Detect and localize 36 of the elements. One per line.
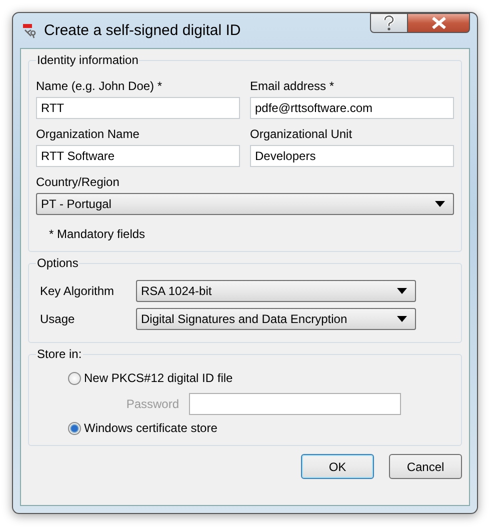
radio-option[interactable]: Windows certificate store	[68, 421, 454, 435]
field-label: Email address *	[250, 79, 336, 93]
help-button[interactable]	[370, 13, 408, 33]
close-button[interactable]	[408, 13, 470, 33]
text-field[interactable]: RTT Software	[36, 145, 240, 167]
radio-label: Windows certificate store	[84, 421, 218, 435]
question-mark-icon	[383, 15, 395, 31]
dropdown-arrow-icon	[397, 316, 407, 322]
field-label: Key Algorithm	[40, 284, 116, 298]
field-label: Password	[125, 397, 180, 411]
dropdown[interactable]: RSA 1024-bit	[136, 280, 416, 302]
password-field[interactable]	[189, 393, 401, 415]
radio-option[interactable]: New PKCS#12 digital ID file	[68, 371, 454, 385]
window-title: Create a self-signed digital ID	[44, 22, 242, 39]
dropdown-arrow-icon	[397, 288, 407, 294]
radio-button[interactable]	[68, 422, 81, 434]
field-label: Usage	[40, 312, 76, 326]
group-title: Identity information	[36, 53, 140, 67]
field-label: Organizational Unit	[250, 127, 354, 141]
field-label: Organization Name	[36, 127, 140, 141]
field-label: Country/Region	[36, 175, 120, 189]
country-dropdown[interactable]: PT - Portugal	[36, 193, 454, 215]
radio-label: New PKCS#12 digital ID file	[84, 371, 233, 385]
mandatory-note: * Mandatory fields	[49, 227, 146, 241]
dropdown-arrow-icon	[435, 201, 445, 207]
radio-button[interactable]	[68, 372, 81, 384]
text-field[interactable]: RTT	[36, 97, 240, 119]
group-title: Options	[36, 256, 80, 270]
text-field[interactable]: Developers	[250, 145, 454, 167]
dropdown[interactable]: Digital Signatures and Data Encryption	[136, 308, 416, 330]
text-field[interactable]: pdfe@rttsoftware.com	[250, 97, 454, 119]
close-icon	[430, 17, 446, 29]
group-title: Store in:	[36, 347, 83, 361]
field-label: Name (e.g. John Doe) *	[36, 79, 164, 93]
dialog-button[interactable]: Cancel	[389, 454, 462, 479]
dialog-button[interactable]: OK	[301, 454, 374, 479]
